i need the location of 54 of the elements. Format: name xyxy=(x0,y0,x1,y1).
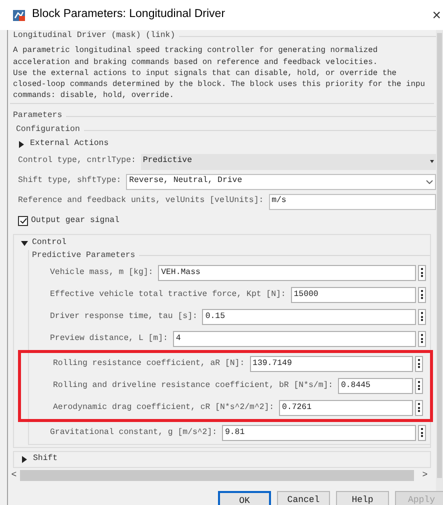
input-field[interactable]: 4 xyxy=(172,330,416,347)
more-options-button[interactable] xyxy=(418,264,426,281)
dropdown[interactable]: Reverse, Neutral, Drive xyxy=(126,174,436,190)
more-options-button[interactable] xyxy=(418,330,426,347)
input-field[interactable]: 9.81 xyxy=(222,424,416,441)
section-toggle[interactable]: Control xyxy=(32,236,66,250)
more-options-button[interactable] xyxy=(418,424,426,441)
dropdown-arrow-icon xyxy=(430,160,434,164)
close-button[interactable]: × xyxy=(432,8,441,22)
vertical-scrollbar-thumb[interactable] xyxy=(437,33,442,478)
group-title: Predictive Parameters xyxy=(32,250,136,262)
field-label: Control type, cntrlType: xyxy=(18,155,137,168)
section-toggle[interactable]: Shift xyxy=(33,453,58,466)
dialog-button[interactable]: OK xyxy=(218,491,271,505)
expanded-triangle-icon[interactable] xyxy=(21,240,28,247)
collapsed-triangle-icon[interactable] xyxy=(18,140,25,148)
input-field[interactable]: m/s xyxy=(268,194,436,210)
field-label: Rolling resistance coefficient, aR [N]: xyxy=(53,358,246,370)
checkbox[interactable] xyxy=(18,216,28,226)
field-label: Reference and feedback units, velUnits [velUnits]: xyxy=(18,195,265,208)
field-label: Rolling and driveline resistance coefficient, bR [N*s/m]: xyxy=(53,380,334,392)
field-label: Vehicle mass, m [kg]: xyxy=(50,266,154,279)
field-label: Aerodynamic drag coefficient, cR [N*s^2/m^2]: xyxy=(53,402,276,414)
window-title: Block Parameters: Longitudinal Driver xyxy=(32,7,226,22)
field-label: Gravitational constant, g [m/s^2]: xyxy=(50,426,218,439)
more-options-button[interactable] xyxy=(415,356,423,372)
section-toggle[interactable]: External Actions xyxy=(30,138,109,150)
more-options-button[interactable] xyxy=(415,378,423,394)
input-field[interactable]: 15000 xyxy=(290,286,416,303)
check-icon xyxy=(20,218,26,224)
input-field[interactable]: 0.15 xyxy=(202,308,416,325)
block-icon xyxy=(13,10,25,20)
chevron-down-icon xyxy=(426,180,433,184)
field-label: Preview distance, L [m]: xyxy=(50,332,169,345)
section-title: Configuration xyxy=(16,124,80,136)
input-field[interactable]: 0.7261 xyxy=(279,400,413,416)
dialog-button[interactable]: Help xyxy=(336,491,389,505)
checkbox-label: Output gear signal xyxy=(31,214,120,227)
dialog-button[interactable]: Cancel xyxy=(277,491,330,505)
collapsed-triangle-icon[interactable] xyxy=(21,456,28,463)
more-options-button[interactable] xyxy=(418,308,426,325)
scroll-left-button[interactable]: < xyxy=(8,471,20,480)
more-options-button[interactable] xyxy=(418,286,426,303)
input-field[interactable]: 139.7149 xyxy=(250,356,413,372)
field-label: Driver response time, tau [s]: xyxy=(50,310,198,323)
input-field[interactable]: VEH.Mass xyxy=(158,264,416,281)
mask-title: Longitudinal Driver (mask) (link) xyxy=(13,30,176,42)
field-label: Shift type, shftType: xyxy=(18,175,122,188)
scroll-right-button[interactable]: > xyxy=(414,471,436,480)
field-label: Effective vehicle total tractive force, Kpt [N]: xyxy=(50,288,287,301)
section-title: Parameters xyxy=(13,110,62,122)
horizontal-scrollbar-thumb[interactable] xyxy=(20,470,414,482)
input-field[interactable]: 0.8445 xyxy=(338,378,413,394)
more-options-button[interactable] xyxy=(415,400,423,416)
